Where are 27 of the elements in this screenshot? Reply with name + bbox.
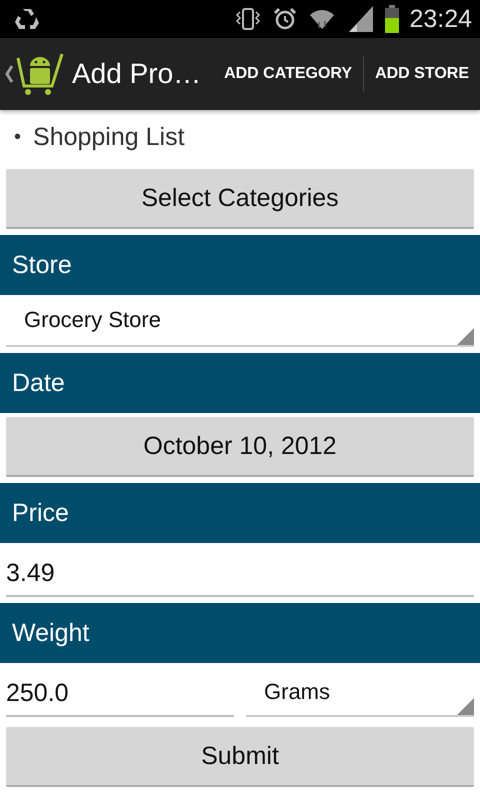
section-header: Weight — [0, 603, 480, 663]
section-header: Price — [0, 483, 480, 543]
section-header: Date — [0, 353, 480, 413]
screen-title: Add Pro… — [72, 58, 202, 90]
vibrate-icon — [235, 7, 262, 31]
recycle-icon — [14, 7, 40, 31]
form-button[interactable]: Submit — [6, 727, 474, 787]
dropdown-arrow-icon — [457, 328, 474, 345]
list-item: Shopping List — [33, 123, 185, 152]
input-field[interactable]: 3.49 — [6, 543, 474, 597]
wifi-icon — [309, 7, 336, 31]
form-button[interactable]: Select Categories — [6, 169, 474, 229]
bullet-mark: • — [14, 126, 22, 149]
back-caret-icon[interactable] — [4, 64, 14, 84]
dropdown-spinner[interactable]: Grams — [246, 663, 474, 717]
form-button[interactable]: October 10, 2012 — [6, 417, 474, 477]
alarm-clock-icon — [273, 7, 298, 31]
section-header: Store — [0, 235, 480, 295]
dropdown-spinner[interactable]: Grocery Store — [6, 295, 474, 347]
android-cart-logo[interactable] — [16, 52, 64, 96]
signal-icon — [347, 6, 374, 32]
battery-icon — [385, 5, 400, 33]
action-bar-button[interactable]: ADD STORE — [364, 38, 480, 110]
input-field[interactable]: 250.0 — [6, 663, 234, 717]
dropdown-arrow-icon — [457, 698, 474, 715]
clock-time: 23:24 — [409, 4, 472, 34]
action-bar-button[interactable]: ADD CATEGORY — [213, 38, 364, 110]
